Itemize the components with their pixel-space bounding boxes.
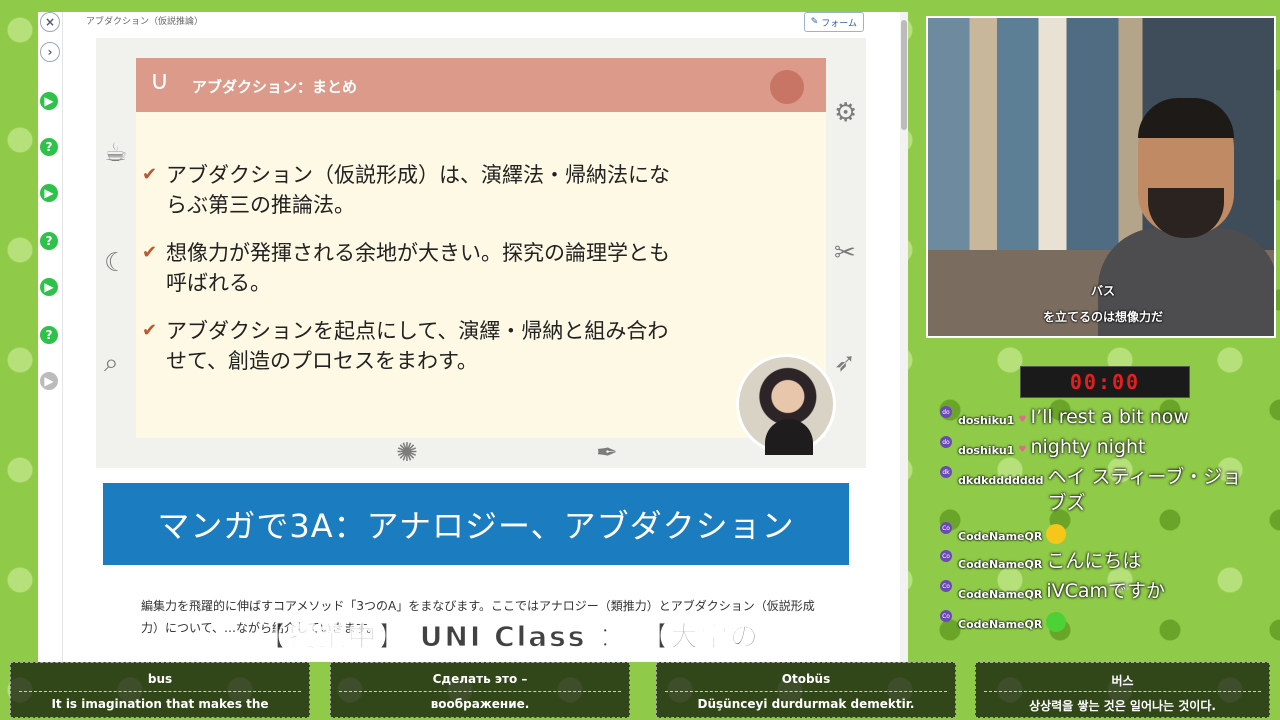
play-icon[interactable]: ▶ xyxy=(40,184,58,202)
heart-icon: ♥ xyxy=(1018,415,1027,425)
chat-message: Co CodeNameQR こんにちは xyxy=(940,548,1260,574)
question-icon[interactable]: ? xyxy=(40,232,58,250)
horn-icon xyxy=(770,70,804,104)
chat-message: dk dkdkddddddd ヘイ スティーブ・ジョブズ xyxy=(940,464,1260,516)
gear-icon: ⚙ xyxy=(834,98,858,128)
subtitle-english: bus It is imagination that makes the xyxy=(10,662,310,718)
chat-message: Co CodeNameQR iVCamですか xyxy=(940,578,1260,604)
moon-icon: ☾ xyxy=(104,248,128,278)
magnifier-icon: ⌕ xyxy=(104,348,119,378)
play-icon[interactable]: ▶ xyxy=(40,278,58,296)
chat-message: do doshiku1 ♥ nighty night xyxy=(940,434,1260,460)
section-banner: マンガで3A：アナロジー、アブダクション xyxy=(103,483,849,565)
subtitle-korean: 버스 상상력을 쌓는 것은 일어나는 것이다. xyxy=(975,662,1270,718)
scrollbar[interactable] xyxy=(900,12,908,662)
slide-title: アブダクション：まとめ xyxy=(192,78,358,96)
avatar: do xyxy=(940,406,952,418)
chat-username: dkdkddddddd xyxy=(958,474,1044,487)
avatar: Co xyxy=(940,550,952,562)
chat-message: do doshiku1 ♥ I’ll rest a bit now xyxy=(940,404,1260,430)
avatar: do xyxy=(940,436,952,448)
chat-text: I’ll rest a bit now xyxy=(1030,406,1189,428)
subtitle-russian: Сделать это – воображение. xyxy=(330,662,630,718)
chat-text: iVCamですか xyxy=(1046,580,1166,602)
pen-icon: ✒ xyxy=(596,438,618,468)
presenter-video xyxy=(736,354,836,455)
slide-bullet: ✔ アブダクションを起点にして、演繹・帰納と組み合わせて、創造のプロセスをまわす… xyxy=(142,316,686,376)
chat-text: こんにちは xyxy=(1046,550,1142,572)
slide-bullet: ✔ 想像力が発揮される余地が大きい。探究の論理学とも呼ばれる。 xyxy=(142,238,686,298)
chat-username: CodeNameQR xyxy=(958,530,1043,543)
avatar: Co xyxy=(940,580,952,592)
slide-header: ∪ アブダクション：まとめ xyxy=(136,58,826,112)
check-icon: ✔ xyxy=(142,164,158,185)
form-icon: ✎ xyxy=(810,17,819,27)
browser-window: × › ▶ ? ▶ ? ▶ ? ▶ アブダクション（仮説推論） ✎ フォーム ☕… xyxy=(38,12,908,662)
question-icon[interactable]: ? xyxy=(40,138,58,156)
chat-message: Co CodeNameQR xyxy=(940,608,1260,632)
avatar: Co xyxy=(940,522,952,534)
avatar: dk xyxy=(940,466,952,478)
heart-icon: ♥ xyxy=(1018,445,1027,455)
bulb-icon: ✺ xyxy=(396,438,418,468)
chat-message: Co CodeNameQR xyxy=(940,520,1260,544)
chat-text: nighty night xyxy=(1030,436,1146,458)
smile-emoji-icon xyxy=(1046,612,1067,632)
play-icon[interactable]: ▶ xyxy=(40,92,58,110)
chat-username: doshiku1 xyxy=(958,444,1015,457)
left-rail: × › ▶ ? ▶ ? ▶ ? ▶ xyxy=(38,12,63,662)
chat-text: ヘイ スティーブ・ジョブズ xyxy=(1047,466,1242,514)
laugh-emoji-icon xyxy=(1046,524,1067,544)
chat-panel: do doshiku1 ♥ I’ll rest a bit now do dos… xyxy=(940,404,1260,636)
timer-display: 00:00 xyxy=(1020,366,1190,398)
avatar: Co xyxy=(940,610,952,622)
chat-username: CodeNameQR xyxy=(958,588,1043,601)
arrow-icon: ➶ xyxy=(834,348,856,378)
webcam-caption-line2: を立てるのは想像力だ xyxy=(1042,310,1163,324)
close-icon[interactable]: × xyxy=(40,12,60,32)
lecture-slide: ☕ ☾ ⌕ ⚙ ✂ ➶ ✺ ✒ ∪ アブダクション：まとめ ✔ アブダクション（… xyxy=(96,38,866,468)
chat-username: CodeNameQR xyxy=(958,618,1043,631)
check-icon: ✔ xyxy=(142,320,158,341)
teapot-icon: ☕ xyxy=(104,138,128,168)
slide-body: ✔ アブダクション（仮説形成）は、演繹法・帰納法にならぶ第三の推論法。 ✔ 想像… xyxy=(136,112,826,438)
question-icon[interactable]: ? xyxy=(40,326,58,344)
webcam-feed: バス を立てるのは想像力だ xyxy=(926,16,1276,338)
subtitle-turkish: Otobüs Düşünceyi durdurmak demektir. xyxy=(656,662,956,718)
chat-username: doshiku1 xyxy=(958,414,1015,427)
slide-bullet: ✔ アブダクション（仮説形成）は、演繹法・帰納法にならぶ第三の推論法。 xyxy=(142,160,686,220)
magnet-icon: ∪ xyxy=(150,66,170,96)
check-icon: ✔ xyxy=(142,242,158,263)
chevron-right-icon[interactable]: › xyxy=(40,42,60,62)
chat-username: CodeNameQR xyxy=(958,558,1043,571)
scissors-icon: ✂ xyxy=(834,238,856,268)
webcam-caption-line1: バス xyxy=(1090,284,1115,298)
form-button[interactable]: ✎ フォーム xyxy=(803,12,864,32)
scrolling-title: 【授業中】 UNI Class ： 【大学の xyxy=(258,620,760,654)
play-icon[interactable]: ▶ xyxy=(40,372,58,390)
breadcrumb: アブダクション（仮説推論） xyxy=(86,17,204,27)
scrollbar-thumb[interactable] xyxy=(901,20,907,130)
